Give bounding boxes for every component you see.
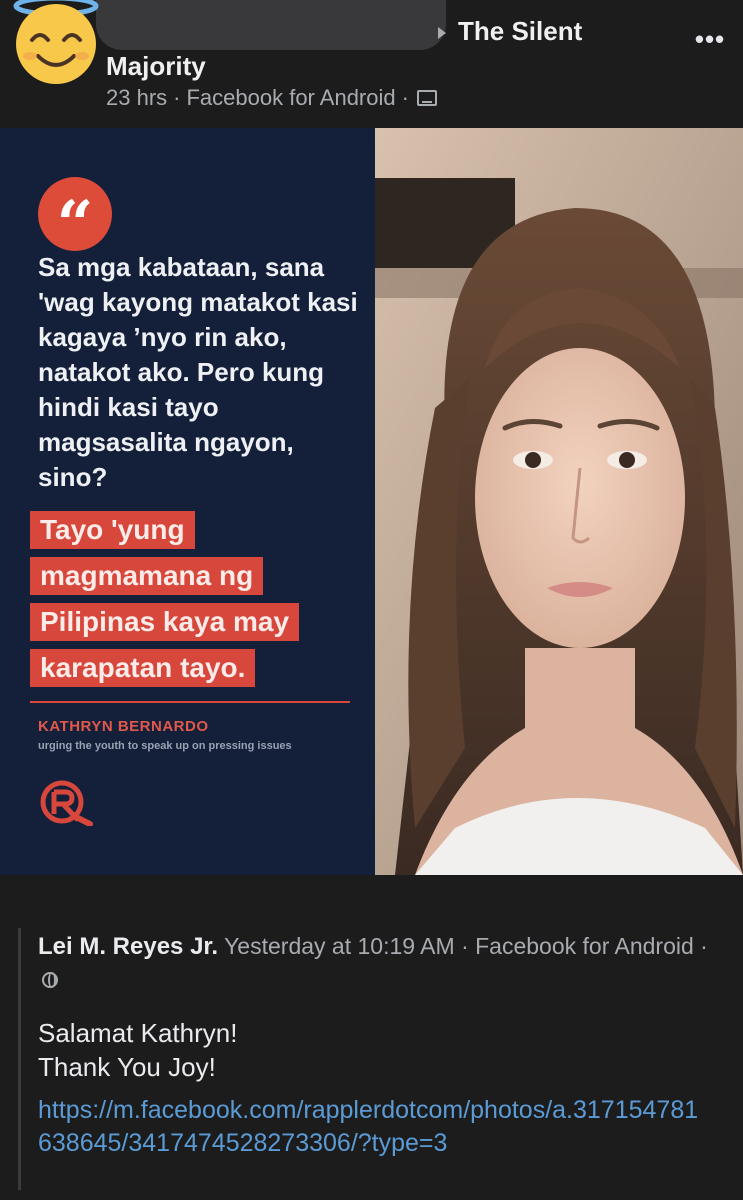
shared-photo[interactable]: “ Sa mga kabataan, sana 'wag kayong mata… (0, 128, 743, 875)
quote-card: “ Sa mga kabataan, sana 'wag kayong mata… (0, 128, 375, 875)
message-line: Thank You Joy! (38, 1052, 216, 1082)
meta-separator: · (461, 933, 469, 959)
highlight-line: Pilipinas kaya may (30, 603, 300, 641)
original-post-header: Lei M. Reyes Jr. Yesterday at 10:19 AM ·… (38, 930, 718, 996)
meta-separator: · (401, 85, 409, 110)
portrait-photo (375, 128, 743, 875)
original-author-name[interactable]: Lei M. Reyes Jr. (38, 933, 218, 960)
friends-icon[interactable] (416, 90, 437, 106)
portrait-illustration (375, 128, 743, 875)
quote-text: Sa mga kabataan, sana 'wag kayong matako… (38, 252, 358, 492)
more-options-icon[interactable]: ••• (690, 24, 730, 54)
highlight-line: magmamana ng (30, 557, 264, 595)
post-time[interactable]: 23 hrs (106, 85, 167, 111)
quote-author-description: urging the youth to speak up on pressing… (38, 740, 292, 752)
original-source: Facebook for Android (475, 933, 694, 959)
post-source: Facebook for Android (186, 85, 396, 110)
redacted-name-bar (96, 0, 446, 50)
meta-separator: · (700, 933, 708, 959)
meta-separator: · (173, 85, 181, 110)
quote-author: KATHRYN BERNARDO (38, 718, 209, 735)
original-timestamp[interactable]: Yesterday at 10:19 AM (224, 933, 455, 959)
avatar-smiling-halo-emoji-icon[interactable] (8, 0, 104, 88)
highlight-line: karapatan tayo. (30, 649, 256, 687)
rappler-logo-icon (40, 780, 93, 826)
quote-mark-icon: “ (38, 177, 112, 262)
page-name-line1[interactable]: The Silent (458, 16, 582, 47)
post-meta: 23 hrs · Facebook for Android · (106, 85, 437, 111)
message-line: Salamat Kathryn! (38, 1018, 238, 1048)
page-name-line2[interactable]: Majority (106, 51, 206, 82)
globe-icon[interactable] (42, 972, 58, 988)
quoted-post-bar (18, 928, 21, 1190)
post-link[interactable]: https://m.facebook.com/rapplerdotcom/pho… (38, 1094, 708, 1160)
facebook-post: The Silent Majority ••• 23 hrs · Faceboo… (0, 0, 743, 1200)
original-message: Salamat Kathryn! Thank You Joy! (38, 1016, 718, 1084)
highlight-line: Tayo 'yung (30, 511, 195, 549)
share-arrow-icon (438, 27, 446, 39)
divider (30, 701, 350, 703)
highlight-quote: Tayo 'yung magmamana ng Pilipinas kaya m… (30, 511, 360, 695)
